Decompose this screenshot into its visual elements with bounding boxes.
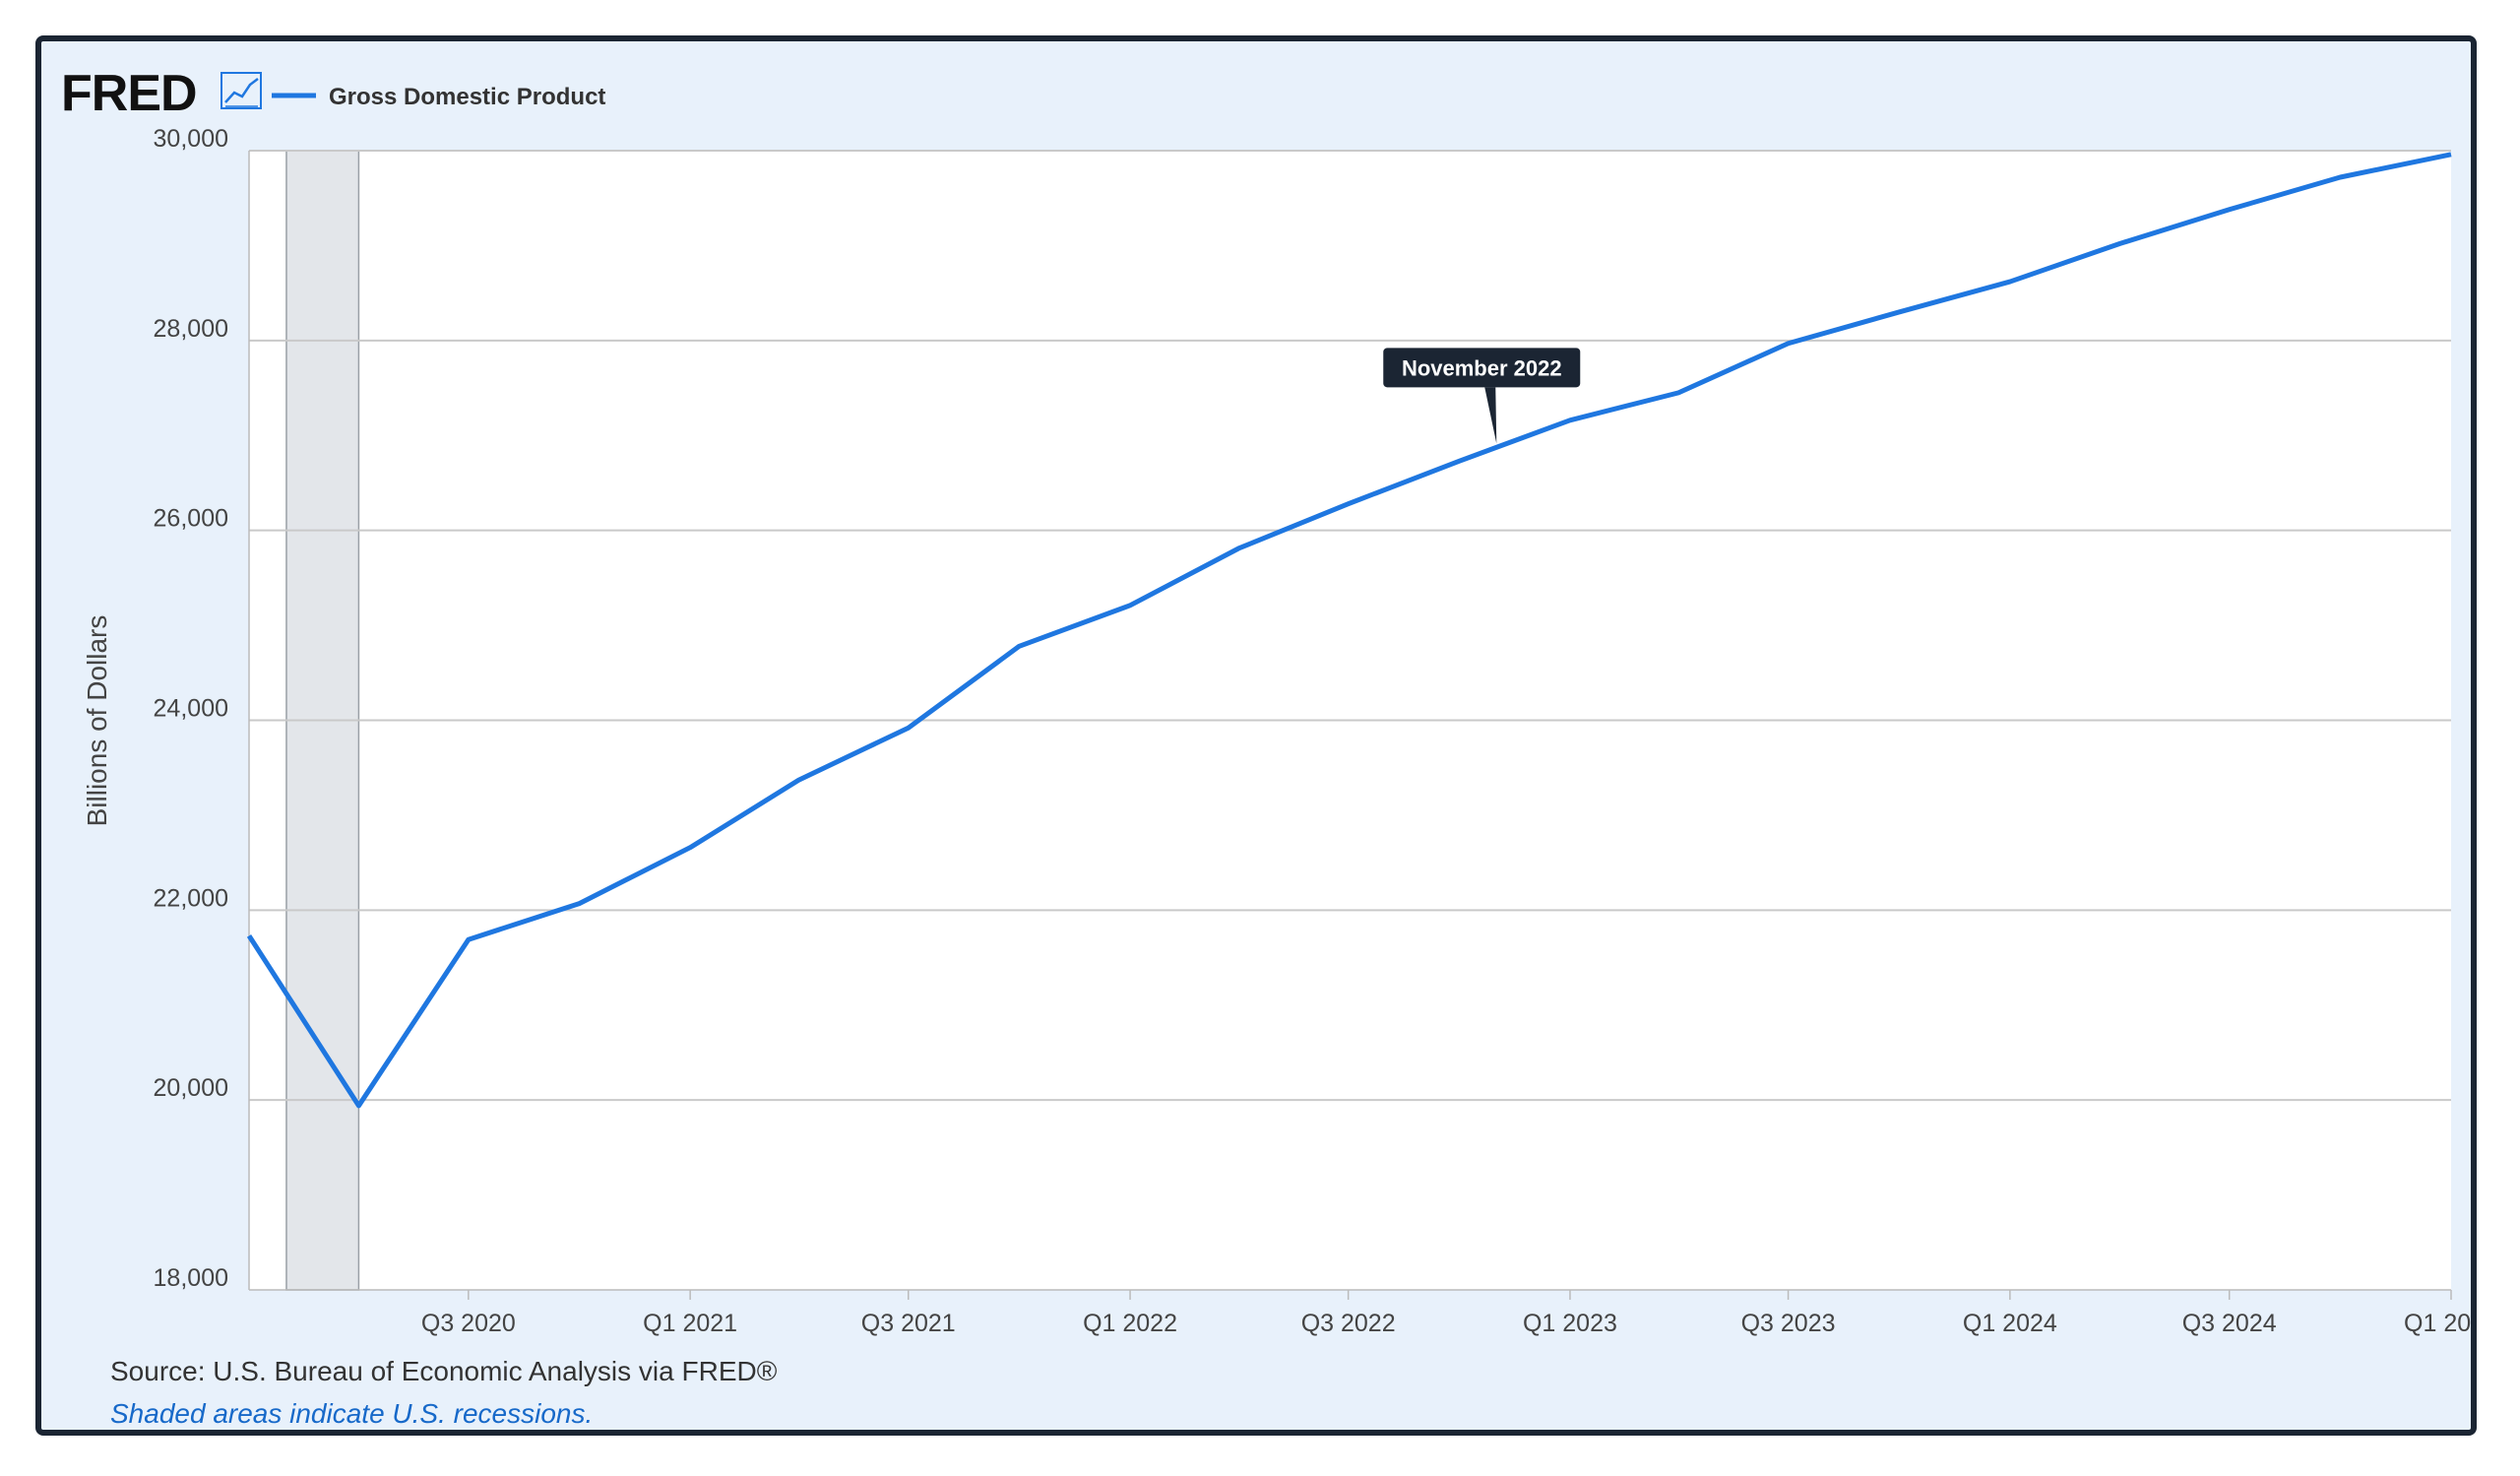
y-tick-label: 28,000 (154, 315, 228, 343)
fred-logo[interactable]: FRED (61, 65, 262, 122)
legend[interactable]: Gross Domestic Product (272, 84, 605, 110)
y-tick-label: 22,000 (154, 884, 228, 912)
fred-logo-text: FRED (61, 65, 197, 122)
x-tick-label: Q1 2022 (1083, 1310, 1177, 1337)
chart-svg: FRED Gross Domestic Product 18,000 20,000… (61, 65, 2471, 1337)
y-tick-label: 20,000 (154, 1074, 228, 1102)
y-tick-label: 24,000 (154, 695, 228, 723)
x-tick-label: Q1 2025 (2404, 1310, 2471, 1337)
y-tick-label: 18,000 (154, 1264, 228, 1292)
x-tick-label: Q3 2020 (421, 1310, 516, 1337)
x-tick-label: Q1 2023 (1523, 1310, 1617, 1337)
y-tick-label: 26,000 (154, 505, 228, 533)
x-tick-label: Q1 2024 (1963, 1310, 2057, 1337)
y-axis-label: Billions of Dollars (82, 615, 112, 827)
recession-note[interactable]: Shaded areas indicate U.S. recessions. (110, 1398, 593, 1430)
x-tick-label: Q3 2022 (1301, 1310, 1396, 1337)
x-tick-label: Q3 2023 (1741, 1310, 1836, 1337)
x-tick-label: Q3 2024 (2182, 1310, 2277, 1337)
chart-frame: FRED Gross Domestic Product 18,000 20,000… (35, 35, 2477, 1436)
legend-label: Gross Domestic Product (329, 84, 605, 110)
x-tick-label: Q1 2021 (643, 1310, 737, 1337)
source-note: Source: U.S. Bureau of Economic Analysis… (110, 1356, 778, 1386)
tooltip-label: November 2022 (1402, 355, 1562, 380)
fred-logo-graph-icon (220, 72, 262, 109)
y-tick-label: 30,000 (154, 125, 228, 153)
x-tick-label: Q3 2021 (861, 1310, 956, 1337)
